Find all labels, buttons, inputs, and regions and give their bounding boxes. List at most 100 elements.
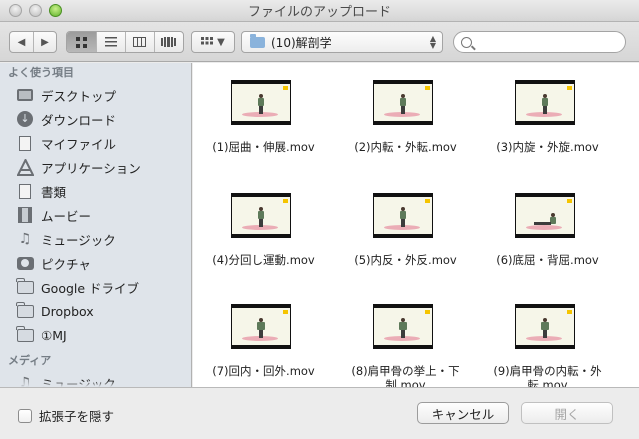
chevron-right-icon: ▶ (41, 36, 49, 48)
sidebar-item-label: ダウンロード (41, 112, 117, 128)
hide-extension-checkbox[interactable] (18, 408, 32, 423)
person-figure (398, 318, 407, 338)
media-header: メディア (8, 354, 52, 367)
sidebar-item-pictures[interactable]: ピクチャ (0, 251, 191, 275)
view-mode-buttons (66, 31, 184, 53)
sidebar-item-google-drive[interactable]: Google ドライブ (0, 275, 191, 299)
documents-icon (19, 183, 31, 199)
file-name: (4)分回し運動.mov (212, 253, 315, 267)
sidebar-item-music[interactable]: ♫ ミュージック (0, 227, 191, 251)
arrange-menu-button[interactable]: ▼ (191, 31, 235, 53)
list-view-icon (104, 37, 117, 47)
file-name: (6)底屈・背屈.mov (496, 253, 599, 267)
folder-icon (15, 301, 34, 318)
sidebar-item-downloads[interactable]: ↓ ダウンロード (0, 107, 191, 131)
window-controls (9, 4, 62, 17)
sidebar-item-applications[interactable]: アプリケーション (0, 155, 191, 179)
cancel-button[interactable]: キャンセル (417, 402, 509, 424)
video-thumbnail (373, 80, 433, 125)
sidebar-item-documents[interactable]: 書類 (0, 179, 191, 203)
icon-view-icon (75, 36, 87, 48)
close-window-button[interactable] (9, 4, 22, 17)
sidebar-item-label: ①MJ (41, 327, 67, 343)
sidebar-item-mj[interactable]: ①MJ (0, 323, 191, 347)
person-figure (256, 318, 265, 338)
all-my-files-icon (19, 135, 31, 151)
file-name: (5)内反・外反.mov (354, 253, 457, 267)
sidebar-item-label: デスクトップ (41, 88, 117, 104)
sidebar-item-movies[interactable]: ムービー (0, 203, 191, 227)
icon-view-button[interactable] (67, 32, 96, 52)
file-name: (2)内転・外転.mov (354, 140, 457, 154)
sidebar-item-desktop[interactable]: デスクトップ (0, 83, 191, 107)
video-thumbnail (231, 193, 291, 238)
pictures-icon (16, 256, 34, 270)
folder-icon (15, 277, 34, 294)
file-name: (1)屈曲・伸展.mov (212, 140, 315, 154)
file-browser: (1)屈曲・伸展.mov (2)内転・外転.mov (3)内旋・外旋.mov (4)分… (193, 63, 639, 387)
column-view-icon (133, 37, 147, 47)
column-view-button[interactable] (124, 32, 154, 52)
search-field[interactable] (453, 31, 626, 53)
sidebar-item-label: 書類 (41, 184, 67, 200)
person-figure (534, 213, 558, 227)
file-name: (7)回内・回外.mov (212, 364, 315, 378)
location-popup[interactable]: (10)解剖学 ▲ ▼ (241, 31, 443, 53)
person-figure (257, 94, 264, 114)
back-button[interactable]: ◀ (10, 32, 33, 52)
person-figure (540, 318, 549, 338)
file-name: (3)内旋・外旋.mov (496, 140, 599, 154)
video-thumbnail (373, 304, 433, 349)
file-name: (8)肩甲骨の挙上・下制.mov (351, 364, 460, 387)
sidebar-item-label: マイファイル (41, 136, 117, 152)
folder-icon (250, 33, 265, 48)
sidebar-item-label: ミュージック (41, 232, 116, 248)
sidebar-item-label: Google ドライブ (41, 280, 140, 296)
sidebar-item-label: ピクチャ (41, 256, 91, 272)
list-view-button[interactable] (95, 32, 125, 52)
title-bar: ファイルのアップロード (0, 0, 639, 22)
navigation-buttons: ◀ ▶ (9, 31, 57, 53)
dialog-footer: 拡張子を隠す キャンセル 開く (0, 387, 639, 439)
sidebar-item-dropbox[interactable]: Dropbox (0, 299, 191, 323)
current-folder-name: (10)解剖学 (271, 35, 332, 50)
video-thumbnail (231, 304, 291, 349)
zoom-window-button[interactable] (49, 4, 62, 17)
open-button[interactable]: 開く (521, 402, 613, 424)
grid-icon (201, 37, 214, 45)
video-thumbnail (515, 304, 575, 349)
video-thumbnail (515, 193, 575, 238)
chevron-down-icon: ▼ (217, 36, 225, 48)
video-thumbnail (231, 80, 291, 125)
sidebar-item-label: ムービー (41, 208, 92, 224)
hide-extension-option[interactable]: 拡張子を隠す (18, 406, 114, 425)
person-figure (541, 94, 548, 114)
search-input[interactable] (476, 35, 616, 49)
video-thumbnail (373, 193, 433, 238)
forward-button[interactable]: ▶ (33, 32, 56, 52)
cover-flow-view-button[interactable] (153, 32, 183, 52)
sidebar-item-all-my-files[interactable]: マイファイル (0, 131, 191, 155)
person-figure (399, 94, 406, 114)
sidebar-item-label: Dropbox (41, 303, 94, 319)
cover-flow-icon (161, 37, 177, 47)
minimize-window-button[interactable] (29, 4, 42, 17)
window-title: ファイルのアップロード (247, 5, 391, 20)
person-figure (399, 207, 406, 227)
music-icon: ♫ (18, 231, 32, 247)
favorites-header: よく使う項目 (8, 66, 74, 79)
up-down-arrows-icon: ▲ ▼ (429, 34, 436, 50)
sidebar: よく使う項目 デスクトップ ↓ ダウンロード マイファイル アプリケーション 書… (0, 63, 192, 387)
hide-extension-label: 拡張子を隠す (39, 409, 115, 424)
sidebar-item-label: アプリケーション (41, 160, 141, 176)
video-thumbnail (515, 80, 575, 125)
file-name: (9)肩甲骨の内転・外転.mov (493, 364, 602, 387)
chevron-left-icon: ◀ (17, 36, 26, 48)
search-icon (461, 36, 472, 48)
file-upload-dialog: ファイルのアップロード ◀ ▶ ▼ (10)解剖学 ▲ ▼ よく使う項目 デスク… (0, 0, 639, 439)
folder-icon (15, 325, 34, 342)
toolbar: ◀ ▶ ▼ (10)解剖学 ▲ ▼ (0, 22, 639, 62)
download-icon: ↓ (17, 111, 33, 127)
movies-icon (18, 207, 32, 223)
applications-icon (16, 158, 34, 176)
